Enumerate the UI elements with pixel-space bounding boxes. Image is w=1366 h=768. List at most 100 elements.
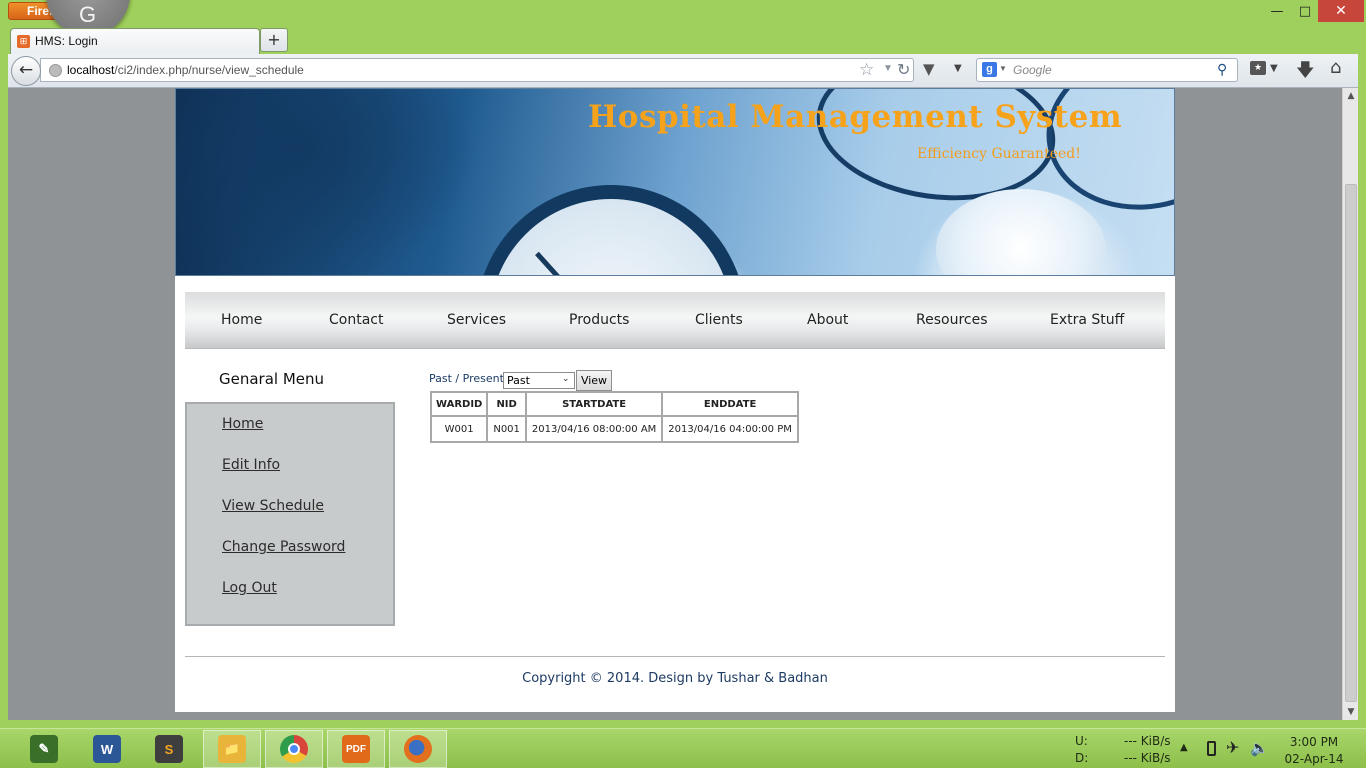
net-meter-values: --- KiB/s --- KiB/s [1124, 733, 1171, 767]
new-tab-plus: + [267, 30, 281, 49]
sidebar-link-change-password[interactable]: Change Password [222, 539, 345, 555]
taskbar-app-firefox[interactable] [389, 730, 447, 768]
bookmarks-dropdown-icon[interactable]: ▼ [1270, 63, 1278, 74]
search-icon[interactable]: ⚲ [1217, 61, 1227, 78]
taskbar-app-sigil[interactable]: ✎ [15, 730, 73, 768]
nav-clients[interactable]: Clients [695, 292, 743, 349]
upload-label: U: [1075, 734, 1088, 748]
maximize-button[interactable]: □ [1290, 0, 1320, 22]
site-identity-icon[interactable] [49, 64, 62, 77]
column-header-startdate: STARTDATE [524, 391, 664, 417]
tab-hms-login[interactable]: ⊞ HMS: Login [10, 28, 260, 54]
bookmarks-menu-icon[interactable]: ★ [1250, 61, 1266, 75]
past-present-selected-value: Past [507, 374, 530, 387]
nav-about[interactable]: About [807, 292, 848, 349]
footer-copyright: Copyright © 2014. Design by Tushar & Bad… [522, 671, 828, 686]
sidebar-link-view-schedule[interactable]: View Schedule [222, 498, 324, 514]
banner-bottle-cap [936, 189, 1106, 275]
book-edit-icon: ✎ [30, 735, 58, 763]
nav-products[interactable]: Products [569, 292, 629, 349]
site-tagline: Efficiency Guaranteed! [917, 146, 1081, 162]
tab-title: HMS: Login [35, 34, 98, 48]
taskbar-app-sublime[interactable]: S [140, 730, 198, 768]
banner-gauge-needle [535, 251, 603, 275]
nav-contact[interactable]: Contact [329, 292, 383, 349]
url-bar[interactable]: localhost/ci2/index.php/nurse/view_sched… [40, 58, 914, 82]
tab-strip: ⊞ HMS: Login + [0, 26, 1366, 54]
addon-dropdown-icon[interactable]: ▼ [954, 63, 962, 74]
history-dropdown-icon[interactable]: ▼ [883, 63, 893, 74]
battery-icon[interactable] [1207, 741, 1216, 756]
volume-muted-icon[interactable]: 🔈 [1250, 739, 1269, 757]
home-icon[interactable]: ⌂ [1330, 57, 1341, 78]
search-bar[interactable]: g ▼ Google ⚲ [976, 58, 1238, 82]
xampp-favicon-icon: ⊞ [17, 35, 30, 48]
table-header-row: WARDID NID STARTDATE ENDDATE [429, 391, 799, 417]
pdf-icon: PDF [342, 735, 370, 763]
footer-divider [185, 656, 1165, 657]
nav-home[interactable]: Home [221, 292, 262, 349]
nav-extra-stuff[interactable]: Extra Stuff [1050, 292, 1124, 349]
column-header-enddate: ENDDATE [661, 391, 799, 417]
site-title: Hospital Management System [588, 99, 1123, 135]
filter-label: Past / Present : [429, 372, 512, 385]
sidebar: Home Edit Info View Schedule Change Pass… [185, 402, 395, 626]
nav-resources[interactable]: Resources [916, 292, 988, 349]
addon-block-icon[interactable]: ▼ [923, 60, 943, 80]
download-label: D: [1075, 751, 1089, 765]
vertical-scrollbar[interactable]: ▲ ▼ [1342, 88, 1358, 720]
google-search-engine-icon[interactable]: g [982, 62, 997, 77]
page-viewport: Hospital Management System Efficiency Gu… [8, 88, 1342, 720]
search-placeholder: Google [1013, 63, 1052, 77]
system-clock[interactable]: 3:00 PM 02-Apr-14 [1276, 734, 1352, 768]
download-rate: --- KiB/s [1124, 751, 1171, 765]
cell-startdate: 2013/04/16 08:00:00 AM [524, 415, 664, 443]
new-tab-button[interactable]: + [260, 28, 288, 52]
taskbar-app-foxit[interactable]: PDF [327, 730, 385, 768]
scroll-up-arrow-icon[interactable]: ▲ [1343, 88, 1359, 104]
airplane-mode-icon[interactable]: ✈ [1226, 738, 1239, 757]
upload-rate: --- KiB/s [1124, 734, 1171, 748]
net-meter-labels: U: D: [1075, 733, 1088, 767]
close-window-button[interactable]: ✕ [1318, 0, 1364, 22]
sidebar-link-edit-info[interactable]: Edit Info [222, 457, 280, 473]
chevron-down-icon: ⌄ [562, 374, 570, 384]
cell-nid: N001 [486, 415, 527, 443]
taskbar-app-chrome[interactable] [265, 730, 323, 768]
search-engine-dropdown-icon[interactable]: ▼ [999, 64, 1007, 73]
cell-wardid: W001 [429, 415, 489, 443]
show-hidden-icons-icon[interactable]: ▲ [1180, 742, 1188, 753]
cell-enddate: 2013/04/16 04:00:00 PM [661, 415, 799, 443]
schedule-table: WARDID NID STARTDATE ENDDATE W001 N001 2… [429, 391, 799, 443]
taskbar-app-word[interactable]: W [78, 730, 136, 768]
url-path: /ci2/index.php/nurse/view_schedule [114, 63, 304, 77]
url-host: localhost [67, 63, 115, 77]
column-header-nid: NID [486, 391, 527, 417]
view-button[interactable]: View [576, 370, 612, 391]
reload-icon[interactable]: ↻ [897, 60, 910, 80]
column-header-wardid: WARDID [429, 391, 489, 417]
scroll-down-arrow-icon[interactable]: ▼ [1343, 704, 1359, 720]
back-button[interactable]: ← [11, 56, 41, 86]
past-present-select[interactable]: Past ⌄ [503, 372, 575, 389]
google-g-icon: G [79, 2, 97, 27]
downloads-icon[interactable]: 🡇 [1296, 58, 1315, 88]
header-banner: Hospital Management System Efficiency Gu… [175, 88, 1175, 276]
sidebar-link-log-out[interactable]: Log Out [222, 580, 277, 596]
windows-taskbar: ✎ W S 📁 PDF U: D: --- KiB/s --- KiB/s ▲ … [0, 728, 1366, 768]
minimize-button[interactable]: — [1262, 0, 1292, 22]
bookmark-star-icon[interactable]: ☆ [859, 60, 874, 80]
taskbar-app-explorer[interactable]: 📁 [203, 730, 261, 768]
firefox-icon [404, 735, 432, 763]
sidebar-heading: Genaral Menu [219, 370, 325, 388]
navigation-toolbar: localhost/ci2/index.php/nurse/view_sched… [8, 54, 1358, 88]
page-container: Hospital Management System Efficiency Gu… [175, 88, 1175, 712]
window-titlebar: Firefox G — □ ✕ [0, 0, 1366, 36]
nav-services[interactable]: Services [447, 292, 506, 349]
folder-icon: 📁 [218, 735, 246, 763]
table-row: W001 N001 2013/04/16 08:00:00 AM 2013/04… [429, 415, 799, 443]
clock-date: 02-Apr-14 [1284, 752, 1344, 766]
chrome-icon [280, 735, 308, 763]
sidebar-link-home[interactable]: Home [222, 416, 263, 432]
scrollbar-thumb[interactable] [1345, 184, 1357, 702]
